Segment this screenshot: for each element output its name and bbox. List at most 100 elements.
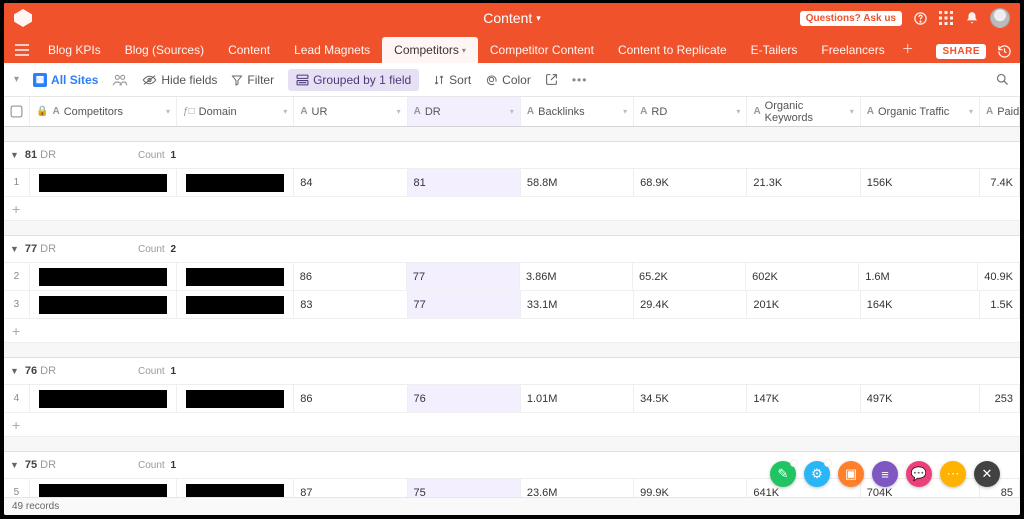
cell-backlinks[interactable]: 1.01M — [521, 385, 634, 412]
chevron-down-icon[interactable]: ▾ — [166, 107, 170, 116]
avatar[interactable] — [990, 8, 1010, 28]
column-dr[interactable]: A DR ▾ — [408, 97, 521, 126]
cell-competitors[interactable] — [30, 169, 177, 196]
cell-rd[interactable]: 99.9K — [634, 479, 747, 497]
chevron-down-icon[interactable]: ▾ — [623, 107, 627, 116]
cell-organic-traffic[interactable]: 156K — [861, 169, 980, 196]
cell-dr[interactable]: 75 — [408, 479, 521, 497]
app-logo-icon[interactable] — [14, 9, 32, 27]
cell-dr[interactable]: 77 — [408, 291, 521, 318]
block-fab-5[interactable]: ⋯ — [940, 461, 966, 487]
chevron-down-icon[interactable]: ▾ — [397, 107, 401, 116]
cell-ur[interactable]: 83 — [294, 291, 407, 318]
cell-ur[interactable]: 87 — [294, 479, 407, 497]
cell-domain[interactable] — [177, 169, 294, 196]
block-fab-2[interactable]: ▣ — [838, 461, 864, 487]
ask-us-button[interactable]: Questions? Ask us — [800, 11, 902, 26]
table-row[interactable]: 2 86 77 3.86M 65.2K 602K 1.6M 40.9K — [4, 263, 1020, 291]
chevron-down-icon[interactable]: ▾ — [283, 107, 287, 116]
add-record-button[interactable]: + — [4, 413, 1020, 437]
cell-ur[interactable]: 84 — [294, 169, 407, 196]
cell-paid-keywords[interactable]: 1.5K — [980, 291, 1020, 318]
column-competitors[interactable]: 🔒 A Competitors ▾ — [30, 97, 177, 126]
group-header[interactable]: ▼ 77 DR Count 2 — [4, 235, 1020, 263]
cell-competitors[interactable] — [30, 385, 177, 412]
block-fab-6[interactable]: ✕ — [974, 461, 1000, 487]
cell-dr[interactable]: 76 — [408, 385, 521, 412]
chevron-down-icon[interactable]: ▾ — [850, 107, 854, 116]
add-record-button[interactable]: + — [4, 319, 1020, 343]
chevron-down-icon[interactable]: ▾ — [969, 107, 973, 116]
block-fab-3[interactable]: ≡ — [872, 461, 898, 487]
column-organic-keywords[interactable]: A Organic Keywords ▾ — [747, 97, 860, 126]
tab-lead-magnets[interactable]: Lead Magnets — [282, 37, 382, 63]
cell-organic-keywords[interactable]: 201K — [747, 291, 860, 318]
column-rd[interactable]: A RD ▾ — [634, 97, 747, 126]
people-icon[interactable] — [112, 73, 128, 87]
add-record-button[interactable]: + — [4, 197, 1020, 221]
table-row[interactable]: 4 86 76 1.01M 34.5K 147K 497K 253 — [4, 385, 1020, 413]
collapse-group-icon[interactable]: ▼ — [10, 460, 19, 470]
block-fab-1[interactable]: ⚙ — [804, 461, 830, 487]
share-view-icon[interactable] — [545, 73, 558, 86]
tab-e-tailers[interactable]: E-Tailers — [739, 37, 810, 63]
chevron-down-icon[interactable]: ▾ — [510, 107, 514, 116]
cell-competitors[interactable] — [30, 291, 177, 318]
group-header[interactable]: ▼ 76 DR Count 1 — [4, 357, 1020, 385]
cell-paid-keywords[interactable]: 40.9K — [978, 263, 1020, 290]
select-all-checkbox[interactable] — [4, 97, 30, 126]
cell-backlinks[interactable]: 58.8M — [521, 169, 634, 196]
cell-dr[interactable]: 81 — [408, 169, 521, 196]
cell-ur[interactable]: 86 — [294, 385, 407, 412]
view-switcher[interactable]: ▦ All Sites — [33, 73, 98, 87]
collapse-group-icon[interactable]: ▼ — [10, 244, 19, 254]
column-ur[interactable]: A UR ▾ — [294, 97, 407, 126]
collapse-group-icon[interactable]: ▼ — [10, 366, 19, 376]
cell-organic-keywords[interactable]: 602K — [746, 263, 859, 290]
chevron-down-icon[interactable]: ▾ — [736, 107, 740, 116]
menu-icon[interactable] — [12, 37, 32, 63]
cell-organic-keywords[interactable]: 21.3K — [747, 169, 860, 196]
tab-blog-sources[interactable]: Blog (Sources) — [113, 37, 216, 63]
share-button[interactable]: SHARE — [936, 44, 986, 59]
collapse-group-icon[interactable]: ▼ — [10, 150, 19, 160]
tab-competitor-content[interactable]: Competitor Content — [478, 37, 606, 63]
block-fab-4[interactable]: 💬 — [906, 461, 932, 487]
cell-organic-traffic[interactable]: 164K — [861, 291, 980, 318]
column-organic-traffic[interactable]: A Organic Traffic ▾ — [861, 97, 980, 126]
cell-rd[interactable]: 29.4K — [634, 291, 747, 318]
cell-organic-keywords[interactable]: 147K — [747, 385, 860, 412]
block-fab-0[interactable]: ✎ — [770, 461, 796, 487]
tab-freelancers[interactable]: Freelancers — [809, 37, 896, 63]
cell-rd[interactable]: 65.2K — [633, 263, 746, 290]
cell-competitors[interactable] — [30, 479, 177, 497]
base-title[interactable]: Content ▾ — [483, 10, 541, 26]
cell-backlinks[interactable]: 23.6M — [521, 479, 634, 497]
notifications-icon[interactable] — [964, 10, 980, 26]
cell-competitors[interactable] — [30, 263, 177, 290]
tab-content[interactable]: Content — [216, 37, 282, 63]
group-header[interactable]: ▼ 81 DR Count 1 — [4, 141, 1020, 169]
cell-ur[interactable]: 86 — [294, 263, 407, 290]
tab-content-to-replicate[interactable]: Content to Replicate — [606, 37, 739, 63]
column-backlinks[interactable]: A Backlinks ▾ — [521, 97, 634, 126]
more-options-icon[interactable]: ••• — [572, 73, 588, 87]
cell-backlinks[interactable]: 3.86M — [520, 263, 633, 290]
cell-organic-traffic[interactable]: 1.6M — [859, 263, 978, 290]
table-row[interactable]: 3 83 77 33.1M 29.4K 201K 164K 1.5K — [4, 291, 1020, 319]
cell-organic-traffic[interactable]: 497K — [861, 385, 980, 412]
color-button[interactable]: Color — [485, 73, 531, 87]
collapse-views-icon[interactable]: ▾ — [14, 74, 19, 85]
sort-button[interactable]: Sort — [433, 73, 471, 87]
cell-paid-keywords[interactable]: 7.4K — [980, 169, 1020, 196]
cell-backlinks[interactable]: 33.1M — [521, 291, 634, 318]
cell-domain[interactable] — [177, 479, 294, 497]
column-domain[interactable]: ƒ□ Domain ▾ — [177, 97, 294, 126]
help-icon[interactable] — [912, 10, 928, 26]
cell-paid-keywords[interactable]: 253 — [980, 385, 1020, 412]
cell-domain[interactable] — [177, 385, 294, 412]
tab-blog-kpis[interactable]: Blog KPIs — [36, 37, 113, 63]
cell-domain[interactable] — [177, 291, 294, 318]
filter-button[interactable]: Filter — [231, 73, 274, 87]
table-row[interactable]: 1 84 81 58.8M 68.9K 21.3K 156K 7.4K — [4, 169, 1020, 197]
